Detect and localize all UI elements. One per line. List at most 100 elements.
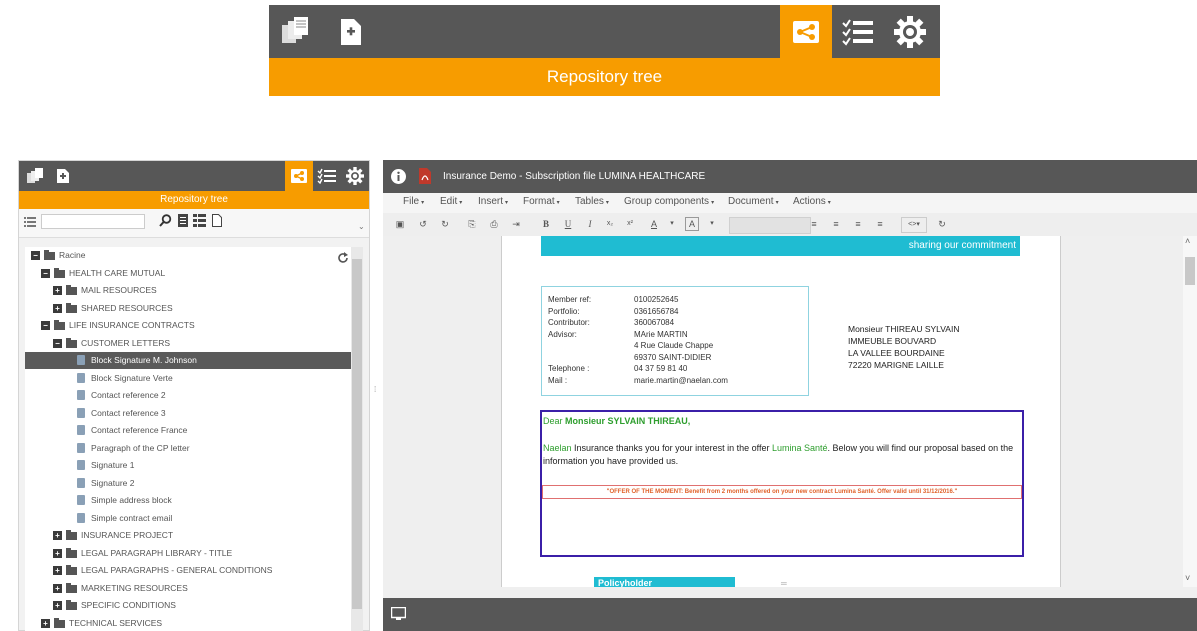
scroll-up-icon[interactable]: ˄ [1185,236,1190,246]
tree-folder[interactable]: − CUSTOMER LETTERS [25,335,351,352]
underline-icon[interactable]: U [561,217,575,231]
gear-icon[interactable] [884,5,936,58]
menu-edit[interactable]: Edit ▾ [440,196,462,207]
detail-view-icon[interactable] [193,214,206,232]
tree-folder[interactable]: − HEALTH CARE MUTUAL [25,265,351,282]
tree-folder[interactable]: − LIFE INSURANCE CONTRACTS [25,317,351,334]
search-icon[interactable] [159,214,172,232]
documents-icon[interactable] [269,5,321,58]
checklist-icon[interactable] [832,5,884,58]
tree-folder[interactable]: + LEGAL PARAGRAPHS - GENERAL CONDITIONS [25,562,351,579]
tree-document[interactable]: Block Signature Verte [25,370,351,387]
tree-document[interactable]: Simple address block [25,492,351,509]
code-view-icon[interactable]: <>▾ [901,217,927,233]
documents-icon[interactable] [21,161,49,191]
menu-group-components[interactable]: Group components ▾ [624,196,714,207]
menu-document[interactable]: Document ▾ [728,196,779,207]
tree-document[interactable]: Contact reference 2 [25,387,351,404]
background-color-icon[interactable]: A [685,217,699,231]
folder-icon [66,565,77,575]
tree-scrollbar[interactable] [351,247,363,631]
align-left-icon[interactable]: ≡ [807,217,821,231]
refresh-icon[interactable] [337,251,349,269]
collapse-icon[interactable]: − [53,338,62,348]
collapse-icon[interactable]: − [31,251,40,260]
tree-document[interactable]: Block Signature M. Johnson [25,352,351,369]
repository-tree-icon[interactable] [780,5,832,58]
redo-icon[interactable]: ↻ [438,217,452,231]
checklist-icon[interactable] [313,161,341,191]
refresh-editor-icon[interactable]: ↻ [935,217,949,231]
menu-actions[interactable]: Actions ▾ [793,196,831,207]
save-icon[interactable]: ▣ [393,217,407,231]
justify-icon[interactable]: ≡ [873,217,887,231]
italic-icon[interactable]: I [583,217,597,231]
align-center-icon[interactable]: ≡ [829,217,843,231]
tree-folder[interactable]: + INSURANCE PROJECT [25,527,351,544]
editor-scrollbar-thumb[interactable] [1185,257,1195,285]
insert-icon[interactable]: ⇥ [509,217,523,231]
menu-tables[interactable]: Tables ▾ [575,196,609,207]
font-size-select[interactable] [729,217,811,234]
align-right-icon[interactable]: ≡ [851,217,865,231]
expand-icon[interactable]: + [53,303,62,313]
scroll-down-icon[interactable]: ˅ [1185,573,1190,583]
resize-handle[interactable]: ═ [781,579,787,587]
pdf-icon[interactable] [419,168,431,187]
expand-icon[interactable]: + [53,286,62,295]
expand-icon[interactable]: + [53,531,62,540]
tree-document[interactable]: Contact reference France [25,422,351,439]
font-color-dropdown-icon[interactable]: ▾ [665,217,679,231]
tree-folder[interactable]: + TECHNICAL SERVICES [25,615,351,631]
gear-icon[interactable] [341,161,369,191]
editor-canvas[interactable]: sharing our commitment Member ref: 010025… [383,236,1183,587]
panel-splitter-handle[interactable]: ⁞ [374,385,378,399]
info-icon[interactable] [391,169,406,187]
tree-folder[interactable]: + MAIL RESOURCES [25,282,351,299]
collapse-icon[interactable]: − [41,268,50,278]
tree-folder[interactable]: + MARKETING RESOURCES [25,580,351,597]
menu-format[interactable]: Format ▾ [523,196,560,207]
menu-insert[interactable]: Insert ▾ [478,196,508,207]
tree-folder[interactable]: + SHARED RESOURCES [25,300,351,317]
expand-icon[interactable]: + [53,601,62,610]
expand-icon[interactable]: + [53,566,62,575]
expand-icon[interactable]: + [41,618,50,628]
subscript-icon[interactable]: x₂ [603,217,617,231]
menu-label: Group components [624,196,710,207]
tree-document[interactable]: Contact reference 3 [25,405,351,422]
expand-icon[interactable]: + [53,548,62,558]
tree-folder[interactable]: + SPECIFIC CONDITIONS [25,597,351,614]
copy-icon[interactable]: ⎘ [465,217,479,231]
undo-icon[interactable]: ↺ [416,217,430,231]
menu-file[interactable]: File ▾ [403,196,424,207]
add-document-icon[interactable] [49,161,77,191]
superscript-icon[interactable]: x² [623,217,637,231]
expand-icon[interactable]: + [53,583,62,593]
list-view-icon[interactable] [24,215,36,233]
bold-icon[interactable]: B [539,217,553,231]
document-filter-icon[interactable] [178,214,188,232]
paste-icon[interactable]: ⎙ [487,217,501,231]
tree-folder[interactable]: + LEGAL PARAGRAPH LIBRARY - TITLE [25,545,351,562]
blank-document-icon[interactable] [212,214,222,232]
tree-document[interactable]: Signature 1 [25,457,351,474]
tree-folder[interactable]: − Racine [25,247,351,264]
repository-tree-icon[interactable] [285,161,313,191]
tree-document[interactable]: Simple contract email [25,510,351,527]
editor-scrollbar[interactable]: ˄ ˅ [1183,236,1197,587]
folder-icon [66,337,77,348]
tree-scrollbar-thumb[interactable] [352,259,362,609]
background-color-dropdown-icon[interactable]: ▾ [705,217,719,231]
document-page[interactable]: sharing our commitment Member ref: 010025… [501,236,1061,587]
font-color-icon[interactable]: A [647,217,661,231]
add-document-icon[interactable] [325,5,377,58]
letter-body-block[interactable]: Dear Monsieur SYLVAIN THIREAU, Naelan In… [540,410,1024,557]
panel-collapse-icon[interactable]: ⌄ [358,222,365,231]
tree-document[interactable]: Paragraph of the CP letter [25,440,351,457]
tree-item-label: Contact reference 2 [91,390,166,400]
collapse-icon[interactable]: − [41,321,50,330]
monitor-icon[interactable] [390,606,407,626]
tree-document[interactable]: Signature 2 [25,475,351,492]
repository-search-input[interactable] [41,214,145,229]
